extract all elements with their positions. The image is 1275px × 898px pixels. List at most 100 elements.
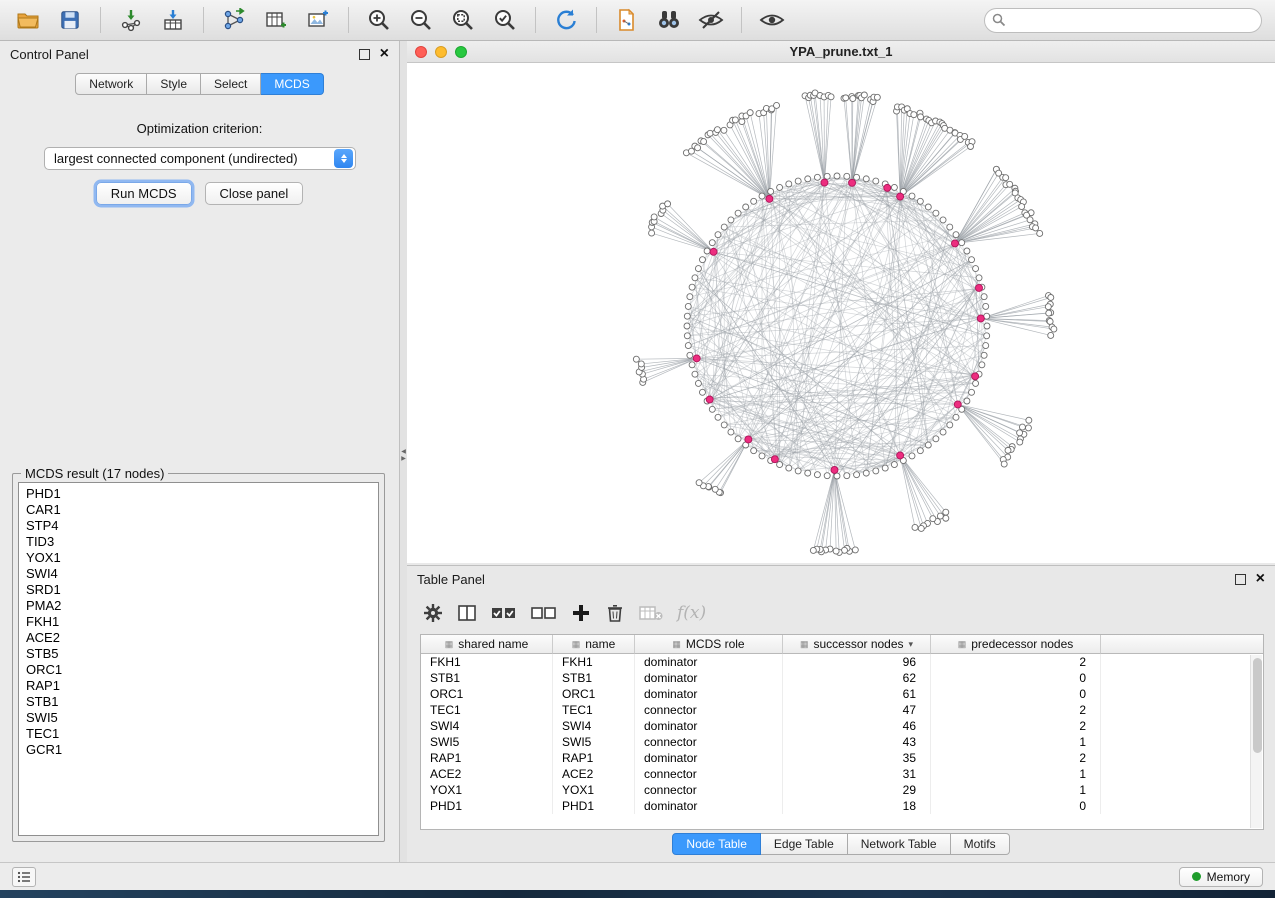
network-node[interactable] (684, 323, 690, 329)
table-cell[interactable]: SWI5 (553, 734, 635, 750)
zoom-out-icon[interactable] (403, 4, 439, 36)
table-cell[interactable]: 46 (783, 718, 931, 734)
network-node[interactable] (1005, 447, 1011, 453)
network-canvas[interactable] (407, 63, 1275, 563)
table-cell[interactable]: 1 (931, 734, 1101, 750)
vertical-splitter[interactable]: ◀▶ (400, 41, 407, 862)
network-node[interactable] (649, 230, 655, 236)
network-node[interactable] (940, 429, 946, 435)
network-node[interactable] (777, 184, 783, 190)
network-node[interactable] (918, 114, 924, 120)
network-node[interactable] (959, 240, 965, 246)
network-node[interactable] (909, 453, 915, 459)
network-node[interactable] (981, 352, 987, 358)
network-node[interactable] (833, 548, 839, 554)
table-cell[interactable]: TEC1 (421, 702, 553, 718)
network-node[interactable] (937, 513, 943, 519)
network-node[interactable] (976, 275, 982, 281)
network-node[interactable] (909, 193, 915, 199)
network-node[interactable] (810, 547, 816, 553)
table-cell[interactable]: 1 (931, 782, 1101, 798)
network-node[interactable] (873, 468, 879, 474)
splitter-collapse-icons[interactable]: ◀▶ (400, 449, 407, 463)
network-node[interactable] (735, 436, 741, 442)
network-node[interactable] (1033, 225, 1039, 231)
network-node[interactable] (689, 362, 695, 368)
column-header-predecessor-nodes[interactable]: ▦predecessor nodes (931, 635, 1101, 654)
network-node[interactable] (964, 248, 970, 254)
network-node[interactable] (1047, 318, 1053, 324)
table-cell[interactable]: 18 (783, 798, 931, 814)
network-node[interactable] (715, 232, 721, 238)
network-node[interactable] (805, 470, 811, 476)
dominator-node[interactable] (951, 240, 958, 247)
network-node[interactable] (714, 127, 720, 133)
network-node[interactable] (786, 465, 792, 471)
tab-network-table[interactable]: Network Table (848, 833, 951, 855)
table-cell[interactable]: 31 (783, 766, 931, 782)
network-node[interactable] (863, 176, 869, 182)
float-panel-button[interactable] (359, 49, 370, 60)
table-cell[interactable]: SWI4 (421, 718, 553, 734)
network-node[interactable] (728, 217, 734, 223)
dominator-node[interactable] (975, 284, 982, 291)
network-node[interactable] (696, 480, 702, 486)
network-node[interactable] (882, 465, 888, 471)
tab-style[interactable]: Style (147, 73, 201, 95)
network-node[interactable] (814, 174, 820, 180)
show-graphics-details-icon[interactable] (754, 4, 790, 36)
dominator-node[interactable] (771, 456, 778, 463)
network-node[interactable] (861, 92, 867, 98)
network-node[interactable] (692, 371, 698, 377)
table-cell[interactable]: STB1 (421, 670, 553, 686)
mcds-result-item[interactable]: PMA2 (19, 598, 378, 614)
network-node[interactable] (969, 257, 975, 263)
tab-select[interactable]: Select (201, 73, 261, 95)
zoom-fit-icon[interactable] (445, 4, 481, 36)
network-node[interactable] (1019, 204, 1025, 210)
network-node[interactable] (964, 398, 970, 404)
network-node[interactable] (925, 442, 931, 448)
network-node[interactable] (715, 414, 721, 420)
mcds-result-item[interactable]: STB1 (19, 694, 378, 710)
mcds-result-item[interactable]: SWI4 (19, 566, 378, 582)
dominator-node[interactable] (766, 195, 773, 202)
network-node[interactable] (805, 176, 811, 182)
table-cell[interactable]: 2 (931, 718, 1101, 734)
network-node[interactable] (1001, 461, 1007, 467)
close-panel-button[interactable]: × (380, 46, 389, 62)
table-cell[interactable]: FKH1 (421, 654, 553, 670)
deselect-all-checkboxes-icon[interactable] (531, 599, 557, 627)
network-node[interactable] (774, 102, 780, 108)
network-node[interactable] (917, 198, 923, 204)
table-cell[interactable]: dominator (635, 798, 783, 814)
table-cell[interactable]: ACE2 (553, 766, 635, 782)
network-node[interactable] (1003, 175, 1009, 181)
network-node[interactable] (1017, 439, 1023, 445)
network-node[interactable] (874, 94, 880, 100)
mcds-result-item[interactable]: SWI5 (19, 710, 378, 726)
network-node[interactable] (795, 468, 801, 474)
network-node[interactable] (1048, 294, 1054, 300)
mcds-result-item[interactable]: TEC1 (19, 726, 378, 742)
table-cell[interactable]: dominator (635, 686, 783, 702)
memory-button[interactable]: Memory (1179, 867, 1263, 887)
criterion-dropdown[interactable]: largest connected component (undirected) (44, 147, 356, 170)
dominator-node[interactable] (706, 396, 713, 403)
dominator-node[interactable] (821, 179, 828, 186)
network-node[interactable] (684, 333, 690, 339)
network-node[interactable] (695, 380, 701, 386)
network-node[interactable] (968, 144, 974, 150)
network-node[interactable] (743, 204, 749, 210)
tab-motifs[interactable]: Motifs (951, 833, 1010, 855)
network-node[interactable] (687, 294, 693, 300)
network-node[interactable] (983, 303, 989, 309)
add-row-icon[interactable] (571, 599, 591, 627)
network-node[interactable] (984, 333, 990, 339)
table-cell[interactable]: YOX1 (553, 782, 635, 798)
select-all-checkboxes-icon[interactable] (491, 599, 517, 627)
table-scrollbar[interactable] (1250, 655, 1262, 828)
table-cell[interactable]: dominator (635, 750, 783, 766)
tab-node-table[interactable]: Node Table (672, 833, 761, 855)
network-node[interactable] (699, 257, 705, 263)
